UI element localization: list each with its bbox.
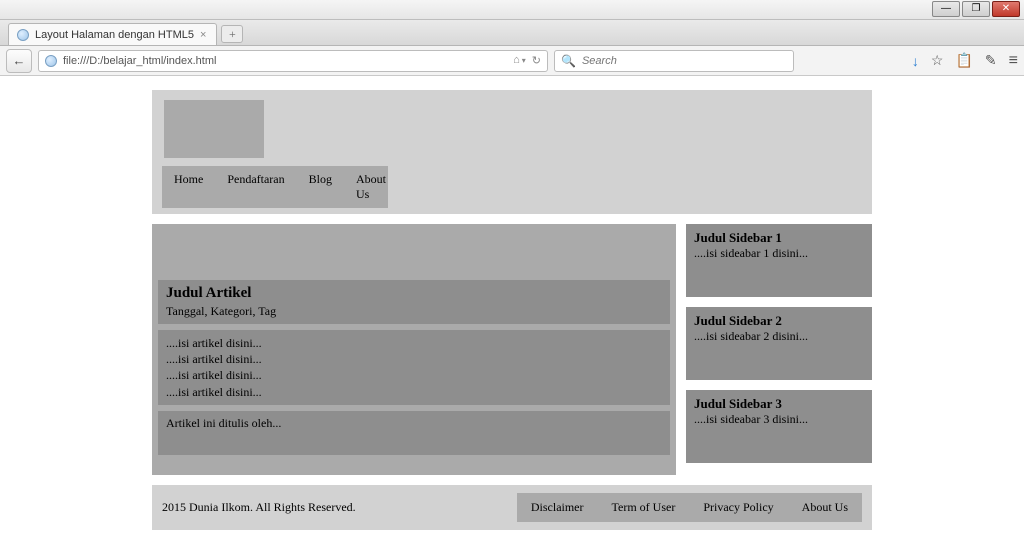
search-bar[interactable]: 🔍 [554, 50, 794, 72]
article-body-line: ....isi artikel disini... [166, 351, 662, 367]
page-header: Home Pendaftaran Blog About Us [152, 90, 872, 214]
footer-link-terms[interactable]: Term of User [598, 493, 690, 522]
url-text: file:///D:/belajar_html/index.html [63, 55, 216, 67]
sidebar-widget-body: ....isi sideabar 3 disini... [694, 412, 864, 427]
sidebar-column: Judul Sidebar 1 ....isi sideabar 1 disin… [686, 224, 872, 475]
window-controls: — ❐ ✕ [932, 1, 1020, 17]
nav-item-about[interactable]: About Us [344, 166, 398, 208]
search-icon: 🔍 [561, 54, 576, 68]
globe-icon [45, 55, 57, 67]
footer-link-disclaimer[interactable]: Disclaimer [517, 493, 598, 522]
article-body-line: ....isi artikel disini... [166, 367, 662, 383]
article-body-line: ....isi artikel disini... [166, 335, 662, 351]
download-icon[interactable]: ↓ [912, 53, 919, 69]
sidebar-widget-3: Judul Sidebar 3 ....isi sideabar 3 disin… [686, 390, 872, 463]
tab-bar: Layout Halaman dengan HTML5 × + [0, 20, 1024, 46]
hamburger-menu-icon[interactable]: ≡ [1009, 52, 1018, 70]
sidebar-widget-title: Judul Sidebar 2 [694, 313, 864, 329]
sidebar-widget-title: Judul Sidebar 1 [694, 230, 864, 246]
reload-icon[interactable]: ↻ [532, 54, 541, 67]
window-minimize-button[interactable]: — [932, 1, 960, 17]
tab-title: Layout Halaman dengan HTML5 [35, 29, 194, 41]
main-column: Judul Artikel Tanggal, Kategori, Tag ...… [152, 224, 676, 475]
footer-link-about[interactable]: About Us [788, 493, 862, 522]
footer-nav: Disclaimer Term of User Privacy Policy A… [517, 493, 862, 522]
article-body-panel: ....isi artikel disini... ....isi artike… [158, 330, 670, 405]
article-author-text: Artikel ini ditulis oleh... [166, 416, 281, 430]
toolbar-right-icons: ↓ ☆ 📋 ✎ ≡ [912, 52, 1018, 70]
footer-link-privacy[interactable]: Privacy Policy [689, 493, 787, 522]
tab-close-icon[interactable]: × [200, 29, 206, 41]
edit-icon[interactable]: ✎ [985, 52, 997, 69]
search-input[interactable] [582, 55, 787, 67]
new-tab-button[interactable]: + [221, 25, 243, 43]
nav-item-home[interactable]: Home [162, 166, 215, 208]
bookmark-icon[interactable]: ☆ [931, 52, 944, 69]
sidebar-widget-title: Judul Sidebar 3 [694, 396, 864, 412]
page-wrapper: Home Pendaftaran Blog About Us Judul Art… [152, 90, 872, 530]
article-title: Judul Artikel [166, 285, 662, 302]
window-maximize-button[interactable]: ❐ [962, 1, 990, 17]
article-author-panel: Artikel ini ditulis oleh... [158, 411, 670, 455]
sidebar-widget-body: ....isi sideabar 1 disini... [694, 246, 864, 261]
content-row: Judul Artikel Tanggal, Kategori, Tag ...… [152, 224, 872, 475]
article-meta: Tanggal, Kategori, Tag [166, 304, 662, 319]
sidebar-widget-1: Judul Sidebar 1 ....isi sideabar 1 disin… [686, 224, 872, 297]
sidebar-widget-2: Judul Sidebar 2 ....isi sideabar 2 disin… [686, 307, 872, 380]
browser-tab[interactable]: Layout Halaman dengan HTML5 × [8, 23, 217, 45]
browser-toolbar: ← file:///D:/belajar_html/index.html ⌂ ↻… [0, 46, 1024, 76]
page-footer: 2015 Dunia Ilkom. All Rights Reserved. D… [152, 485, 872, 530]
nav-item-blog[interactable]: Blog [297, 166, 344, 208]
footer-copyright: 2015 Dunia Ilkom. All Rights Reserved. [162, 500, 356, 515]
article-body-line: ....isi artikel disini... [166, 384, 662, 400]
back-button[interactable]: ← [6, 49, 32, 73]
window-close-button[interactable]: ✕ [992, 1, 1020, 17]
page-viewport: Home Pendaftaran Blog About Us Judul Art… [0, 76, 1024, 530]
globe-icon [17, 29, 29, 41]
url-bar[interactable]: file:///D:/belajar_html/index.html ⌂ ↻ [38, 50, 548, 72]
window-titlebar: — ❐ ✕ [0, 0, 1024, 20]
main-nav: Home Pendaftaran Blog About Us [162, 166, 388, 208]
sidebar-widget-body: ....isi sideabar 2 disini... [694, 329, 864, 344]
article-header-panel: Judul Artikel Tanggal, Kategori, Tag [158, 280, 670, 324]
url-tools: ⌂ ↻ [513, 54, 541, 67]
home-icon[interactable]: ⌂ [513, 54, 526, 67]
clipboard-icon[interactable]: 📋 [955, 52, 972, 69]
logo-placeholder [164, 100, 264, 158]
nav-item-pendaftaran[interactable]: Pendaftaran [215, 166, 296, 208]
browser-chrome: — ❐ ✕ Layout Halaman dengan HTML5 × + ← … [0, 0, 1024, 76]
